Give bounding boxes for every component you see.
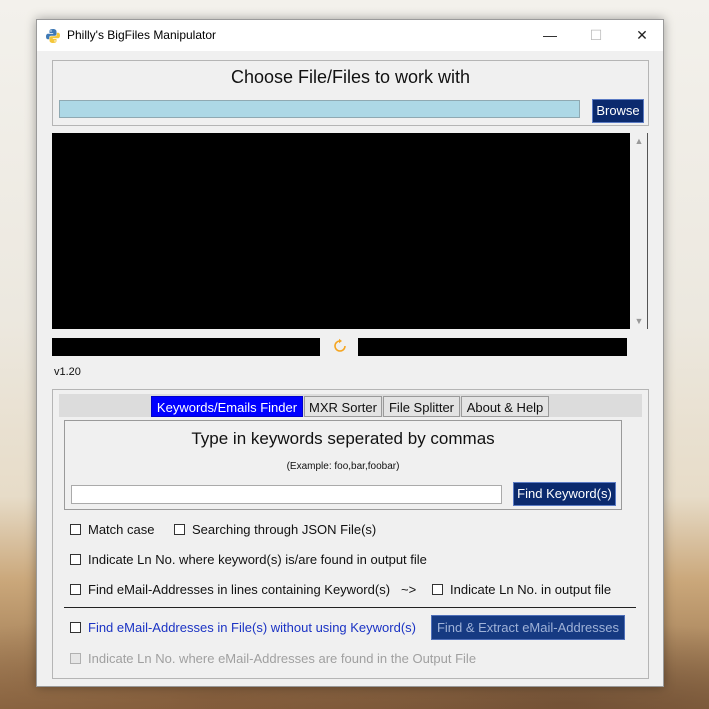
find-email-keyword-option[interactable]: Find eMail-Addresses in lines containing… [70, 582, 390, 598]
window-title: Philly's BigFiles Manipulator [67, 28, 217, 42]
keywords-panel: Type in keywords seperated by commas (Ex… [64, 420, 622, 510]
progress-bar-right [358, 338, 627, 356]
json-option[interactable]: Searching through JSON File(s) [174, 522, 376, 538]
indicate-ln-output-checkbox[interactable] [432, 584, 443, 596]
json-label: Searching through JSON File(s) [192, 522, 377, 537]
find-extract-emails-button[interactable]: Find & Extract eMail-Addresses [431, 615, 625, 640]
tab-mxr-sorter[interactable]: MXR Sorter [304, 396, 382, 417]
python-logo-icon [46, 29, 60, 43]
tab-file-splitter[interactable]: File Splitter [383, 396, 460, 417]
find-email-no-keyword-option[interactable]: Find eMail-Addresses in File(s) without … [70, 620, 416, 636]
keywords-input[interactable] [71, 485, 502, 504]
indicate-ln-label: Indicate Ln No. where keyword(s) is/are … [88, 552, 427, 567]
keywords-example: (Example: foo,bar,foobar) [286, 461, 400, 472]
match-case-label: Match case [88, 522, 155, 537]
version-label: v1.20 [54, 366, 81, 378]
title-bar[interactable]: Philly's BigFiles Manipulator — ☐ ✕ [37, 20, 663, 51]
indicate-ln-option[interactable]: Indicate Ln No. where keyword(s) is/are … [70, 552, 427, 568]
close-button[interactable]: ✕ [619, 20, 665, 51]
indicate-ln-checkbox[interactable] [70, 554, 81, 566]
tab-keywords-emails-finder[interactable]: Keywords/Emails Finder [151, 396, 303, 417]
minimize-button[interactable]: — [527, 20, 573, 51]
indicate-ln-email-option: Indicate Ln No. where eMail-Addresses ar… [70, 651, 476, 667]
match-case-option[interactable]: Match case [70, 522, 154, 538]
output-scrollbar[interactable]: ▲ ▼ [631, 133, 648, 329]
tools-notebook: Keywords/Emails Finder MXR Sorter File S… [52, 389, 649, 679]
refresh-icon[interactable] [332, 338, 348, 354]
keywords-title: Type in keywords seperated by commas [191, 429, 495, 448]
indicate-ln-email-checkbox [70, 653, 81, 665]
find-email-no-keyword-checkbox[interactable] [70, 622, 81, 634]
find-keywords-button[interactable]: Find Keyword(s) [513, 482, 616, 506]
scroll-down-arrow-icon[interactable]: ▼ [631, 316, 647, 326]
choose-file-panel: Choose File/Files to work with Browse [52, 60, 649, 126]
match-case-checkbox[interactable] [70, 524, 81, 536]
output-console[interactable] [52, 133, 630, 329]
scroll-up-arrow-icon[interactable]: ▲ [631, 136, 647, 146]
progress-bar-left [52, 338, 320, 356]
choose-file-title: Choose File/Files to work with [230, 67, 471, 87]
maximize-button[interactable]: ☐ [573, 20, 619, 51]
indicate-ln-email-label: Indicate Ln No. where eMail-Addresses ar… [88, 651, 477, 666]
file-path-field[interactable] [59, 100, 580, 118]
browse-button[interactable]: Browse [592, 99, 644, 123]
find-email-no-keyword-label: Find eMail-Addresses in File(s) without … [88, 620, 417, 635]
section-divider [64, 607, 636, 608]
arrow-separator: ~> [401, 582, 417, 597]
indicate-ln-output-option[interactable]: Indicate Ln No. in output file [432, 582, 611, 598]
find-email-keyword-checkbox[interactable] [70, 584, 81, 596]
json-checkbox[interactable] [174, 524, 185, 536]
find-email-keyword-label: Find eMail-Addresses in lines containing… [88, 582, 391, 597]
tab-bar: Keywords/Emails Finder MXR Sorter File S… [59, 394, 642, 417]
app-window: Philly's BigFiles Manipulator — ☐ ✕ Choo… [36, 19, 664, 687]
tab-about-help[interactable]: About & Help [461, 396, 549, 417]
indicate-ln-output-label: Indicate Ln No. in output file [450, 582, 612, 597]
